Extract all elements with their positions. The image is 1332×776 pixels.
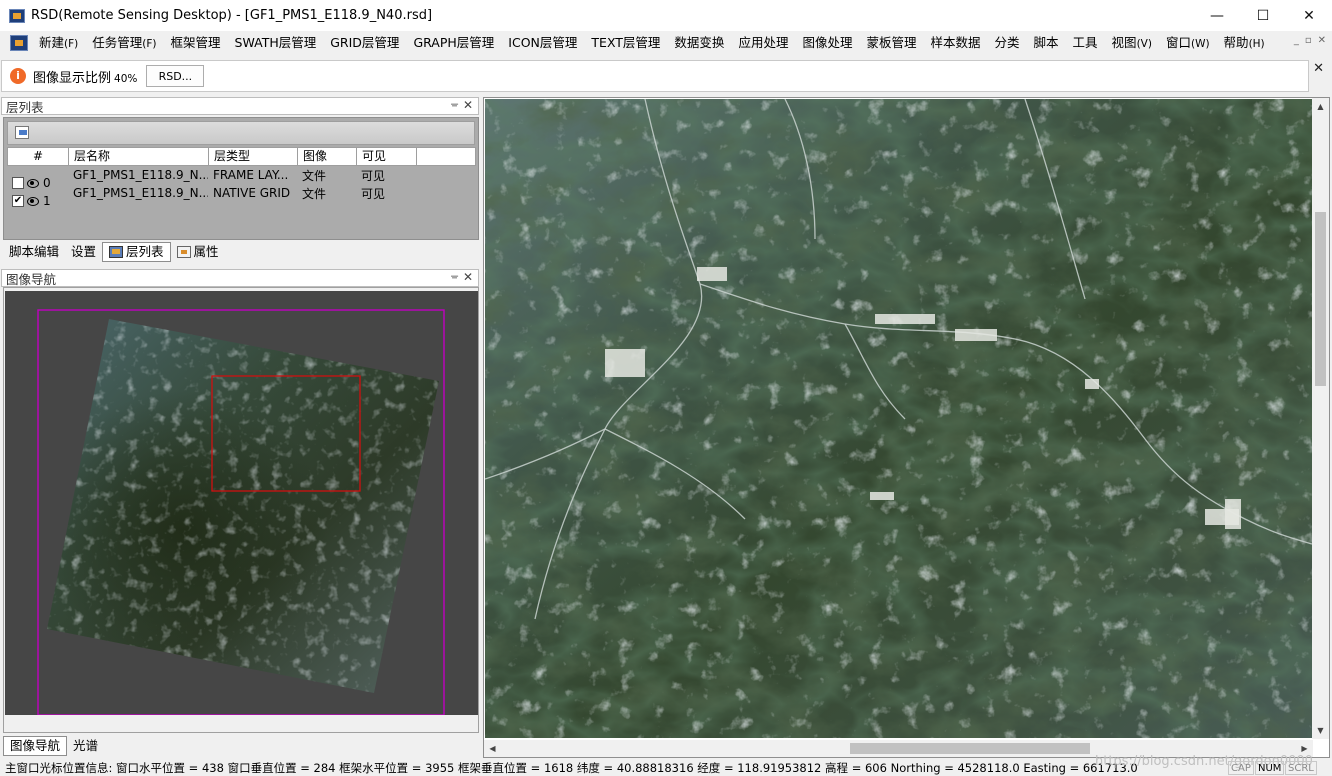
layers-icon — [109, 246, 124, 258]
layer-table-header: # 层名称 层类型 图像 可见 — [7, 147, 476, 166]
menu-item-12[interactable]: 样本数据 — [923, 32, 987, 54]
menu-item-6[interactable]: ICON层管理 — [501, 32, 584, 54]
menu-item-13[interactable]: 分类 — [988, 32, 1027, 54]
navigator-overview[interactable] — [5, 291, 478, 716]
navigator-canvas[interactable] — [5, 291, 478, 716]
add-layer-icon[interactable] — [15, 126, 29, 139]
menu-item-3[interactable]: SWATH层管理 — [228, 32, 324, 54]
scrl-indicator: SCRL — [1285, 761, 1317, 775]
cursor-position-info: 主窗口光标位置信息: 窗口水平位置 = 438 窗口垂直位置 = 284 框架水… — [5, 761, 1138, 775]
layer-image: 文件 — [302, 186, 327, 201]
col-header-type[interactable]: 层类型 — [209, 148, 298, 165]
pin-icon[interactable]: ᚚ — [451, 271, 458, 282]
main-image-view[interactable]: ▲ ▼ ◀ ▶ — [483, 97, 1330, 758]
menu-item-2[interactable]: 框架管理 — [164, 32, 228, 54]
mdi-close-button[interactable]: ✕ — [1318, 35, 1326, 46]
eye-icon[interactable] — [27, 177, 39, 189]
col-header-visible[interactable]: 可见 — [357, 148, 417, 165]
scroll-down-button[interactable]: ▼ — [1312, 722, 1329, 739]
layer-name: GF1_PMS1_E118.9_N... — [73, 186, 208, 200]
app-icon — [9, 8, 25, 23]
close-button[interactable]: ✕ — [1286, 0, 1332, 31]
menu-item-14[interactable]: 脚本 — [1027, 32, 1066, 54]
table-row[interactable]: 0 GF1_PMS1_E118.9_N... FRAME LAY... 文件 可见 — [7, 166, 476, 190]
maximize-button[interactable]: ☐ — [1240, 0, 1286, 31]
satellite-image[interactable] — [485, 99, 1312, 738]
properties-icon — [176, 246, 191, 258]
navigator-title: 图像导航 — [6, 271, 57, 287]
layer-index: 0 — [43, 176, 51, 190]
tab-settings[interactable]: 设置 — [65, 242, 102, 262]
menu-item-9[interactable]: 应用处理 — [731, 32, 795, 54]
infobar-close-icon[interactable]: ✕ — [1313, 61, 1324, 76]
navigator-close-icon[interactable]: ✕ — [463, 270, 473, 284]
scroll-up-button[interactable]: ▲ — [1312, 98, 1329, 115]
horizontal-scroll-thumb[interactable] — [850, 743, 1090, 754]
scroll-left-button[interactable]: ◀ — [484, 740, 501, 757]
layer-name: GF1_PMS1_E118.9_N... — [73, 168, 208, 182]
menu-item-4[interactable]: GRID层管理 — [323, 32, 406, 54]
minimize-button[interactable]: — — [1194, 0, 1240, 31]
rsd-button[interactable]: RSD... — [146, 65, 205, 87]
layer-panel-header: 层列表 ᚚ ✕ — [1, 97, 479, 115]
layer-checkbox[interactable] — [12, 177, 24, 189]
tab-script-editor[interactable]: 脚本编辑 — [3, 242, 65, 262]
menu-item-16[interactable]: 视图(V) — [1105, 32, 1159, 54]
navigator-header: 图像导航 ᚚ ✕ — [1, 269, 479, 287]
menu-bar: 新建(F) 任务管理(F) 框架管理 SWATH层管理 GRID层管理 GRAPH层管理 I… — [0, 31, 1332, 55]
menu-item-10[interactable]: 图像处理 — [795, 32, 859, 54]
layer-type: NATIVE GRID — [213, 186, 291, 200]
upper-tab-bar: 脚本编辑 设置 层列表 属性 — [3, 242, 225, 262]
menu-item-5[interactable]: GRAPH层管理 — [406, 32, 501, 54]
layer-image: 文件 — [302, 168, 327, 183]
eye-icon[interactable] — [27, 195, 39, 207]
window-title: RSD(Remote Sensing Desktop) - [GF1_PMS1_… — [31, 8, 433, 23]
menu-item-17[interactable]: 窗口(W) — [1159, 32, 1217, 54]
tab-spectrum[interactable]: 光谱 — [67, 736, 104, 756]
layer-type: FRAME LAY... — [213, 168, 289, 182]
col-header-image[interactable]: 图像 — [298, 148, 357, 165]
vertical-scroll-thumb[interactable] — [1315, 212, 1326, 386]
menu-item-8[interactable]: 数据变换 — [667, 32, 731, 54]
layer-panel: # 层名称 层类型 图像 可见 0 GF1_PMS1_E118.9_N... FRA… — [3, 117, 479, 240]
layer-visible: 可见 — [361, 186, 386, 201]
layer-visible: 可见 — [361, 168, 386, 183]
info-icon: i — [10, 68, 26, 84]
col-header-name[interactable]: 层名称 — [69, 148, 209, 165]
layer-index: 1 — [43, 194, 51, 208]
info-bar: i 图像显示比例 40% RSD... — [1, 60, 1309, 92]
vertical-scrollbar[interactable]: ▲ ▼ — [1312, 98, 1329, 739]
menu-item-0[interactable]: 新建(F) — [32, 32, 85, 54]
layer-checkbox[interactable]: ✔ — [12, 195, 24, 207]
mdi-restore-button[interactable]: ▫ — [1305, 35, 1312, 46]
num-indicator: NUM — [1255, 761, 1285, 775]
tab-layer-list[interactable]: 层列表 — [102, 242, 171, 262]
menu-item-15[interactable]: 工具 — [1066, 32, 1105, 54]
status-bar: 主窗口光标位置信息: 窗口水平位置 = 438 窗口垂直位置 = 284 框架水… — [0, 754, 1332, 776]
table-row[interactable]: ✔ 1 GF1_PMS1_E118.9_N... NATIVE GRID 文件 可见 — [7, 184, 476, 208]
display-scale-value: 40% — [114, 72, 138, 85]
cap-indicator: CAP — [1228, 761, 1254, 775]
pin-icon[interactable]: ᚚ — [451, 99, 458, 110]
lower-tab-bar: 图像导航 光谱 — [3, 736, 105, 756]
title-bar: RSD(Remote Sensing Desktop) - [GF1_PMS1_… — [0, 0, 1332, 31]
display-scale-label: 图像显示比例 40% — [33, 70, 138, 86]
layer-panel-close-icon[interactable]: ✕ — [463, 98, 473, 112]
layer-panel-title: 层列表 — [6, 99, 44, 115]
tab-properties[interactable]: 属性 — [171, 242, 225, 262]
document-icon[interactable] — [10, 35, 28, 51]
menu-item-18[interactable]: 帮助(H) — [1217, 32, 1272, 54]
col-header-index[interactable]: # — [8, 148, 69, 165]
menu-item-1[interactable]: 任务管理(F) — [85, 32, 163, 54]
layer-toolbar — [7, 121, 475, 145]
tab-image-navigator[interactable]: 图像导航 — [3, 736, 68, 756]
navigator-panel — [3, 287, 479, 733]
mdi-minimize-button[interactable]: _ — [1294, 35, 1299, 46]
menu-item-7[interactable]: TEXT层管理 — [584, 32, 667, 54]
menu-item-11[interactable]: 蒙板管理 — [859, 32, 923, 54]
layer-table: # 层名称 层类型 图像 可见 0 GF1_PMS1_E118.9_N... FRA… — [7, 147, 476, 208]
